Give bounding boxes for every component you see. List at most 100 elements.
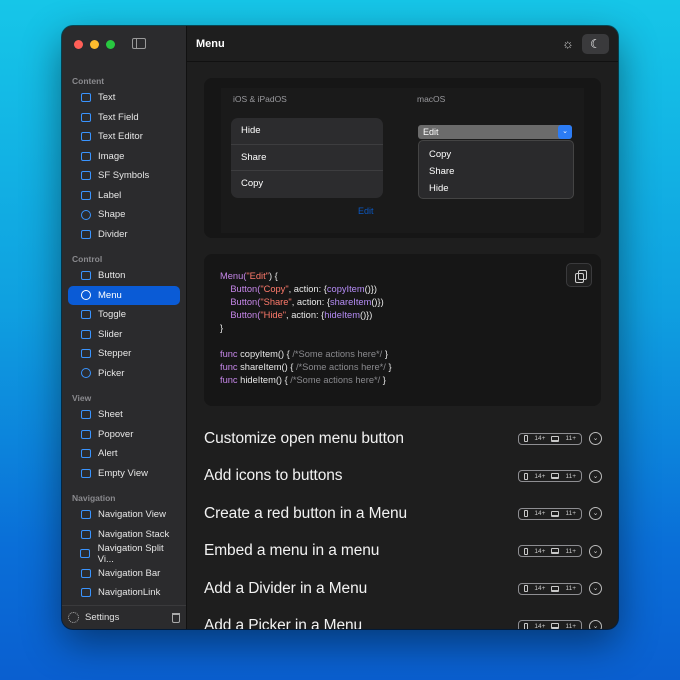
navigation-split-icon [80,548,91,559]
code-token: , action: { [288,284,327,294]
faq-title: Add a Divider in a Menu [204,579,368,597]
faq-row[interactable]: Embed a menu in a menu 14+ 11+ ⌄ [204,533,602,570]
sidebar-item-alert[interactable]: Alert [68,444,180,464]
icon-glyph [80,410,91,420]
code-card: Menu("Edit") { Button("Copy", action: {c… [204,254,601,406]
ios-menu: Hide Share Copy [231,118,383,198]
trash-icon[interactable] [172,612,180,623]
button-icon [80,270,91,281]
mac-menu-item[interactable]: Share [419,163,573,180]
mac-version: 11+ [565,510,576,517]
chevron-down-circle-icon[interactable]: ⌄ [589,469,602,483]
desktop-icon [551,585,560,592]
icon-glyph [80,449,91,459]
icon-glyph [80,429,91,439]
sidebar-item-popover[interactable]: Popover [68,425,180,445]
sidebar-item-label: Label [98,189,122,201]
icon-glyph [80,529,91,539]
chevron-down-circle-icon[interactable]: ⌄ [589,544,602,558]
ios-version: 14+ [534,435,546,442]
sidebar-item-label: Navigation View [98,509,166,521]
faq-row[interactable]: Add a Picker in a Menu 14+ 11+ ⌄ [204,608,602,629]
sidebar-item-navigation-split-vi[interactable]: Navigation Split Vi... [68,543,180,565]
code-block: Menu("Edit") { Button("Copy", action: {c… [220,270,392,387]
desktop-icon [551,623,560,629]
code-token: Menu( [220,271,247,281]
ios-menu-item[interactable]: Share [231,145,383,172]
sidebar-item-slider[interactable]: Slider [68,325,180,345]
settings-label[interactable]: Settings [85,612,119,623]
preview-card: iOS & iPadOS Hide Share Copy Edit macOS Ed… [204,78,601,238]
code-token: copyItem() { [240,349,293,359]
code-token: , action: { [291,297,330,307]
faq-row[interactable]: Customize open menu button 14+ 11+ ⌄ [204,420,602,457]
sidebar-item-empty-view[interactable]: Empty View [68,464,180,484]
ios-version: 14+ [534,547,546,555]
code-token: hideItem [324,310,360,320]
image-icon [80,151,91,162]
sidebar-item-menu[interactable]: Menu [68,285,180,305]
ios-version: 14+ [534,585,546,592]
zoom-window-button[interactable] [106,40,115,49]
sidebar-item-label[interactable]: Label [68,186,180,206]
ios-version: 14+ [534,472,546,480]
sidebar-item-toggle[interactable]: Toggle [68,305,180,325]
sidebar-item-picker[interactable]: Picker [68,364,180,384]
sidebar-item-sf-symbols[interactable]: SF Symbols [68,166,180,186]
close-window-button[interactable] [74,40,83,49]
iphone-icon [524,622,529,629]
faq-row[interactable]: Add icons to buttons 14+ 11+ ⌄ [204,458,602,495]
ios-edit-button[interactable]: Edit [358,206,374,216]
faq-row[interactable]: Add a Divider in a Menu 14+ 11+ ⌄ [204,570,602,607]
sidebar-item-navigation-bar[interactable]: Navigation Bar [68,564,180,584]
sidebar-item-text-field[interactable]: Text Field [68,108,180,128]
sidebar-item-navigation-stack[interactable]: Navigation Stack [68,525,180,545]
chevron-down-circle-icon[interactable]: ⌄ [589,432,602,445]
code-token: Button( [220,297,261,307]
mac-menu-item[interactable]: Hide [419,180,573,197]
sidebar-section-title: View [72,393,92,403]
gear-icon[interactable] [68,612,79,623]
sidebar-item-sheet[interactable]: Sheet [68,405,180,425]
chevron-down-circle-icon[interactable]: ⌄ [589,619,602,629]
moon-icon[interactable]: ☾ [582,34,609,54]
sidebar-item-text[interactable]: Text [68,88,180,108]
sidebar-item-shape[interactable]: Shape [68,205,180,225]
ios-menu-item[interactable]: Copy [231,171,383,198]
iphone-icon [524,547,529,555]
code-token: "Share" [260,297,292,307]
sun-icon[interactable]: ☼ [561,37,575,51]
titlebar: Menu ☼ ☾ [187,26,618,62]
code-token: } [220,323,224,333]
code-token: Button( [220,310,261,320]
chevron-down-circle-icon[interactable]: ⌄ [589,507,602,520]
sidebar-item-navigationlink[interactable]: NavigationLink [68,583,180,603]
copy-code-icon[interactable] [566,263,592,287]
mac-menu-item[interactable]: Copy [419,146,573,163]
sidebar-item-label: Toggle [98,309,126,321]
sidebar-item-label: Empty View [98,467,148,479]
ios-menu-item[interactable]: Hide [231,118,383,145]
text-editor-icon [80,131,91,142]
sidebar-item-navigation-view[interactable]: Navigation View [68,505,180,525]
alert-icon [80,448,91,459]
faq-title: Add icons to buttons [204,467,343,484]
sidebar-item-image[interactable]: Image [68,147,180,167]
divider-icon [80,229,91,240]
icon-glyph [80,468,91,478]
sidebar-item-text-editor[interactable]: Text Editor [68,127,180,147]
platform-badge: 14+ 11+ [518,432,582,445]
content-scroll[interactable]: iOS & iPadOS Hide Share Copy Edit macOS Ed… [187,63,618,629]
sidebar-item-button[interactable]: Button [68,266,180,286]
page-title: Menu [196,37,225,50]
minimize-window-button[interactable] [90,40,99,49]
code-token: /*Some actions here*/ [295,362,386,372]
mac-edit-popup[interactable]: Edit ⌄ [418,125,572,139]
faq-row[interactable]: Create a red button in a Menu 14+ 11+ ⌄ [204,495,602,532]
chevron-down-circle-icon[interactable]: ⌄ [589,582,602,595]
text-aa-icon [80,92,91,103]
sidebar-item-stepper[interactable]: Stepper [68,344,180,364]
sidebar-item-divider[interactable]: Divider [68,225,180,245]
iphone-icon [524,435,529,442]
sidebar-toggle-icon[interactable] [132,38,146,49]
